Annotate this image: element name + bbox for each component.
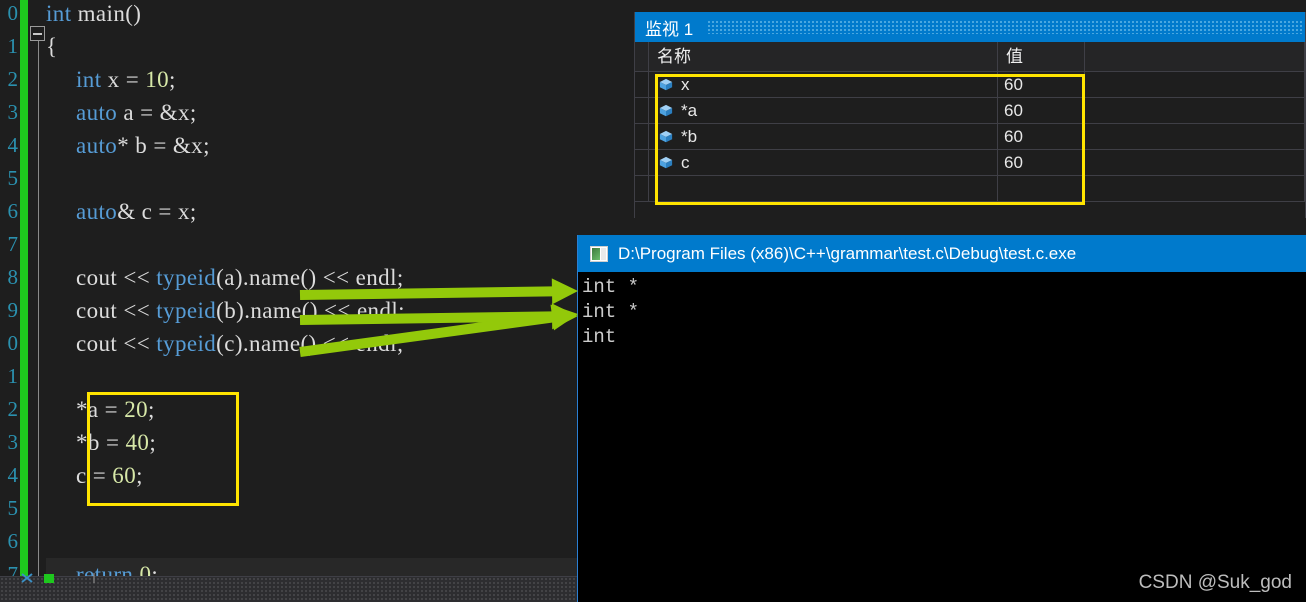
watch-row[interactable]: c 60 (635, 150, 1305, 176)
code-line[interactable]: *b = 40; (76, 426, 156, 459)
watch-header-spacer (635, 42, 649, 71)
console-app-icon (590, 245, 608, 262)
watch-row[interactable]: x 60 (635, 72, 1305, 98)
console-output-line: int * (582, 301, 640, 323)
code-line[interactable]: c = 60; (76, 459, 143, 492)
column-header-value[interactable]: 值 (998, 42, 1085, 71)
console-output-area[interactable]: int * int * int (578, 272, 1306, 350)
watch-value-cell[interactable]: 60 (998, 72, 1085, 97)
code-line[interactable]: { (46, 30, 57, 63)
line-number: 7 (7, 232, 19, 256)
watch-tab-bar[interactable]: 监视 1 (635, 12, 1305, 42)
watch-name-cell[interactable]: *a (649, 98, 998, 123)
code-line[interactable]: int main() (46, 0, 141, 30)
column-header-extra[interactable] (1085, 42, 1305, 71)
watch-extra-cell[interactable] (1085, 124, 1305, 149)
watch-variable-name: *b (681, 126, 698, 146)
watch-row-expander[interactable] (635, 72, 649, 97)
line-number: 0 (7, 1, 19, 25)
code-editor[interactable]: 0123456789012345678 int main(){int x = 1… (0, 0, 577, 602)
line-number: 2 (7, 397, 19, 421)
field-cube-icon (659, 130, 673, 144)
watch-name-cell[interactable]: c (649, 150, 998, 175)
field-cube-icon (659, 156, 673, 170)
console-output-line: int (582, 326, 617, 348)
watch-extra-cell[interactable] (1085, 150, 1305, 175)
watch-window-footer (634, 218, 1306, 230)
watch-name-cell[interactable] (649, 176, 998, 201)
code-line[interactable]: auto a = &x; (76, 96, 197, 129)
code-line[interactable]: int x = 10; (76, 63, 176, 96)
console-title-bar[interactable]: D:\Program Files (x86)\C++\grammar\test.… (578, 235, 1306, 272)
watch-value-cell[interactable] (998, 176, 1085, 201)
watch-row[interactable]: *a 60 (635, 98, 1305, 124)
code-line[interactable]: auto& c = x; (76, 195, 197, 228)
watch-row[interactable] (635, 176, 1305, 202)
column-header-name[interactable]: 名称 (649, 42, 998, 71)
line-number: 5 (7, 496, 19, 520)
line-number: 8 (7, 265, 19, 289)
line-number: 1 (7, 34, 19, 58)
watch-variable-name: x (681, 74, 690, 94)
editor-status-icons (21, 573, 95, 583)
watch-row[interactable]: *b 60 (635, 124, 1305, 150)
code-line[interactable]: *a = 20; (76, 393, 155, 426)
console-title-text: D:\Program Files (x86)\C++\grammar\test.… (618, 243, 1077, 263)
watch-value-cell[interactable]: 60 (998, 98, 1085, 123)
line-number: 1 (7, 364, 19, 388)
field-cube-icon (659, 104, 673, 118)
code-line[interactable]: auto* b = &x; (76, 129, 210, 162)
indent-guide-line (38, 30, 39, 585)
code-line[interactable]: cout << typeid(b).name() << endl; (76, 294, 405, 327)
collapse-minus-icon[interactable] (30, 26, 45, 41)
watch-window[interactable]: 监视 1 名称 值 x 60 *a 60 *b 60 c 60 (634, 12, 1306, 230)
code-line[interactable]: cout << typeid(c).name() << endl; (76, 327, 404, 360)
watch-row-expander[interactable] (635, 98, 649, 123)
line-number: 4 (7, 133, 19, 157)
watch-extra-cell[interactable] (1085, 176, 1305, 201)
console-output-line: int * (582, 276, 640, 298)
line-number: 4 (7, 463, 19, 487)
watch-name-cell[interactable]: *b (649, 124, 998, 149)
watch-extra-cell[interactable] (1085, 98, 1305, 123)
watch-variable-name: *a (681, 100, 698, 120)
line-number: 9 (7, 298, 19, 322)
tab-watch-1[interactable]: 监视 1 (635, 15, 693, 40)
watch-value-cell[interactable]: 60 (998, 124, 1085, 149)
line-number: 3 (7, 100, 19, 124)
changed-line-marker (20, 0, 28, 602)
line-number: 0 (7, 331, 19, 355)
screenshot-root: 0123456789012345678 int main(){int x = 1… (0, 0, 1306, 602)
watch-row-expander[interactable] (635, 150, 649, 175)
line-number: 3 (7, 430, 19, 454)
watch-drag-grip[interactable] (707, 20, 1303, 34)
watch-row-expander[interactable] (635, 176, 649, 201)
code-line[interactable]: cout << typeid(a).name() << endl; (76, 261, 404, 294)
watermark-text: CSDN @Suk_god (1138, 572, 1292, 593)
watch-row-expander[interactable] (635, 124, 649, 149)
watch-rows-container[interactable]: x 60 *a 60 *b 60 c 60 (635, 72, 1305, 202)
field-cube-icon (659, 78, 673, 92)
line-number: 2 (7, 67, 19, 91)
console-window[interactable]: D:\Program Files (x86)\C++\grammar\test.… (577, 235, 1306, 602)
watch-name-cell[interactable]: x (649, 72, 998, 97)
line-number: 6 (7, 199, 19, 223)
watch-value-cell[interactable]: 60 (998, 150, 1085, 175)
watch-column-headers: 名称 值 (635, 42, 1305, 72)
line-number: 6 (7, 529, 19, 553)
watch-extra-cell[interactable] (1085, 72, 1305, 97)
watch-variable-name: c (681, 152, 690, 172)
line-number: 5 (7, 166, 19, 190)
